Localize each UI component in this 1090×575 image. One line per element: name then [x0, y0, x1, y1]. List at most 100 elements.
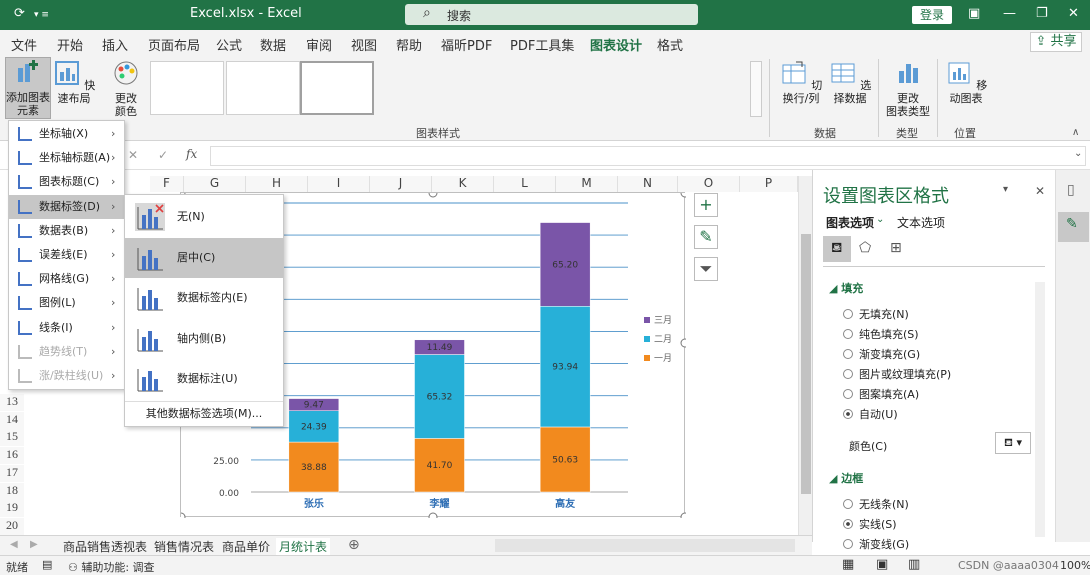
tab-pdf-tools[interactable]: PDF工具集 — [510, 35, 574, 54]
formula-input[interactable] — [210, 146, 1086, 166]
add-chart-element-button[interactable]: 添加图表 元素 — [5, 57, 51, 119]
column-header[interactable]: K — [432, 176, 494, 192]
chart-filter-icon[interactable]: ⏷ — [694, 257, 718, 281]
menu-item[interactable]: 线条(I) › — [9, 316, 124, 340]
menu-item[interactable]: 误差线(E) › — [9, 243, 124, 267]
page-layout-view-icon[interactable]: ▣ — [876, 557, 888, 572]
pane-scrollbar[interactable] — [1035, 282, 1045, 537]
data-label-option[interactable]: 居中(C) — [125, 237, 283, 278]
tab-foxit-pdf[interactable]: 福昕PDF — [441, 35, 492, 54]
column-header[interactable]: P — [740, 176, 798, 192]
radio-option[interactable]: 实线(S) — [843, 516, 897, 532]
search-box[interactable]: ⌕ 搜索 — [405, 4, 698, 25]
customize-dropdown-icon[interactable]: ▾ ≡ — [34, 10, 49, 20]
restore-button[interactable]: ❐ — [1036, 6, 1048, 21]
expand-formula-icon[interactable]: ⌄ — [1074, 148, 1082, 159]
radio-option[interactable]: 无填充(N) — [843, 306, 909, 322]
menu-item[interactable]: 坐标轴标题(A) › — [9, 146, 124, 170]
resize-handle[interactable] — [680, 338, 690, 348]
vertical-scrollbar[interactable] — [798, 176, 812, 536]
minimize-button[interactable]: — — [1003, 6, 1016, 21]
row-header[interactable]: 13 — [0, 394, 24, 411]
zoom-level[interactable]: 100% — [1060, 559, 1090, 572]
function-icon[interactable]: fx — [186, 147, 197, 161]
menu-item[interactable]: 图例(L) › — [9, 291, 124, 315]
macro-icon[interactable]: ▤ — [42, 558, 52, 571]
fill-color-picker[interactable]: ⛾ ▾ — [995, 432, 1031, 454]
tab-page-layout[interactable]: 页面布局 — [148, 35, 200, 54]
autosave-icon[interactable]: ⟳ — [14, 6, 25, 21]
quick-layout-button[interactable]: 快速布局 — [52, 59, 96, 105]
tab-file[interactable]: 文件 — [11, 35, 37, 54]
tab-review[interactable]: 审阅 — [306, 35, 332, 54]
switch-row-column-button[interactable]: 切换行/列 — [777, 59, 825, 105]
effects-pentagon-icon[interactable]: ⬠ — [859, 240, 871, 256]
page-icon[interactable]: ▯ — [1067, 182, 1075, 198]
share-button[interactable]: ⇪ 共享 — [1030, 32, 1082, 52]
resize-handle[interactable] — [680, 512, 690, 522]
column-header[interactable]: I — [308, 176, 370, 192]
column-header[interactable]: F — [150, 176, 184, 192]
enter-icon[interactable]: ✓ — [158, 148, 168, 162]
data-label-option[interactable]: 数据标签内(E) — [125, 278, 283, 318]
change-colors-button[interactable]: 更改 颜色 — [104, 59, 148, 118]
column-header[interactable]: J — [370, 176, 432, 192]
radio-option[interactable]: 纯色填充(S) — [843, 326, 919, 342]
resize-handle[interactable] — [176, 512, 186, 522]
menu-item[interactable]: 数据表(B) › — [9, 219, 124, 243]
next-sheet-icon[interactable]: ▶ — [30, 539, 38, 550]
chart-style-2[interactable] — [226, 61, 300, 115]
sheet-tab[interactable]: 商品销售透视表 — [63, 538, 147, 555]
menu-item[interactable]: 图表标题(C) › — [9, 170, 124, 194]
menu-item[interactable]: 数据标签(D) › — [9, 194, 124, 219]
normal-view-icon[interactable]: ▦ — [842, 557, 854, 572]
resize-handle[interactable] — [680, 188, 690, 198]
tab-format[interactable]: 格式 — [657, 35, 683, 54]
radio-option[interactable]: 图片或纹理填充(P) — [843, 366, 951, 382]
move-chart-button[interactable]: 移动图表 — [943, 59, 989, 105]
tab-home[interactable]: 开始 — [57, 35, 83, 54]
column-header[interactable]: N — [618, 176, 678, 192]
tab-view[interactable]: 视图 — [351, 35, 377, 54]
prev-sheet-icon[interactable]: ◀ — [10, 539, 18, 550]
row-header[interactable]: 14 — [0, 412, 24, 429]
row-header[interactable]: 17 — [0, 465, 24, 482]
chart-elements-plus-icon[interactable]: + — [694, 193, 718, 217]
data-label-option[interactable]: 数据标注(U) — [125, 359, 283, 399]
change-chart-type-button[interactable]: 更改 图表类型 — [884, 59, 932, 118]
tab-help[interactable]: 帮助 — [396, 35, 422, 54]
radio-option[interactable]: 渐变线(G) — [843, 536, 909, 552]
chart-styles-brush-icon[interactable]: ✎ — [694, 225, 718, 249]
page-break-view-icon[interactable]: ▥ — [908, 557, 920, 572]
column-header[interactable]: G — [184, 176, 246, 192]
select-data-button[interactable]: 选择数据 — [826, 59, 874, 105]
row-header[interactable]: 20 — [0, 518, 24, 535]
radio-option[interactable]: 无线条(N) — [843, 496, 909, 512]
menu-item[interactable]: 网格线(G) › — [9, 267, 124, 291]
pane-close-icon[interactable]: ✕ — [1035, 184, 1045, 198]
row-header[interactable]: 19 — [0, 500, 24, 517]
column-header[interactable]: L — [494, 176, 556, 192]
fill-section-header[interactable]: ◢ 填充 — [829, 280, 863, 296]
radio-option[interactable]: 渐变填充(G) — [843, 346, 920, 362]
add-sheet-icon[interactable]: ⊕ — [348, 537, 360, 553]
radio-option[interactable]: 图案填充(A) — [843, 386, 919, 402]
chart-style-3[interactable] — [300, 61, 374, 115]
tab-text-options[interactable]: 文本选项 — [897, 214, 945, 231]
close-button[interactable]: ✕ — [1068, 6, 1079, 21]
sheet-tab[interactable]: 销售情况表 — [154, 538, 214, 555]
pane-options-icon[interactable]: ▾ — [1003, 184, 1008, 195]
menu-item[interactable]: 坐标轴(X) › — [9, 122, 124, 146]
login-button[interactable]: 登录 — [912, 6, 952, 24]
more-data-label-options[interactable]: 其他数据标签选项(M)... — [125, 401, 283, 425]
accessibility-status[interactable]: ⚇ 辅助功能: 调查 — [68, 559, 155, 575]
data-label-option[interactable]: 轴内侧(B) — [125, 319, 283, 359]
border-section-header[interactable]: ◢ 边框 — [829, 470, 863, 486]
size-properties-icon[interactable]: ⊞ — [890, 240, 902, 256]
resize-handle[interactable] — [428, 512, 438, 522]
tab-insert[interactable]: 插入 — [102, 35, 128, 54]
tab-formulas[interactable]: 公式 — [216, 35, 242, 54]
radio-option[interactable]: 自动(U) — [843, 406, 898, 422]
row-header[interactable]: 18 — [0, 483, 24, 500]
chart-style-1[interactable] — [150, 61, 224, 115]
